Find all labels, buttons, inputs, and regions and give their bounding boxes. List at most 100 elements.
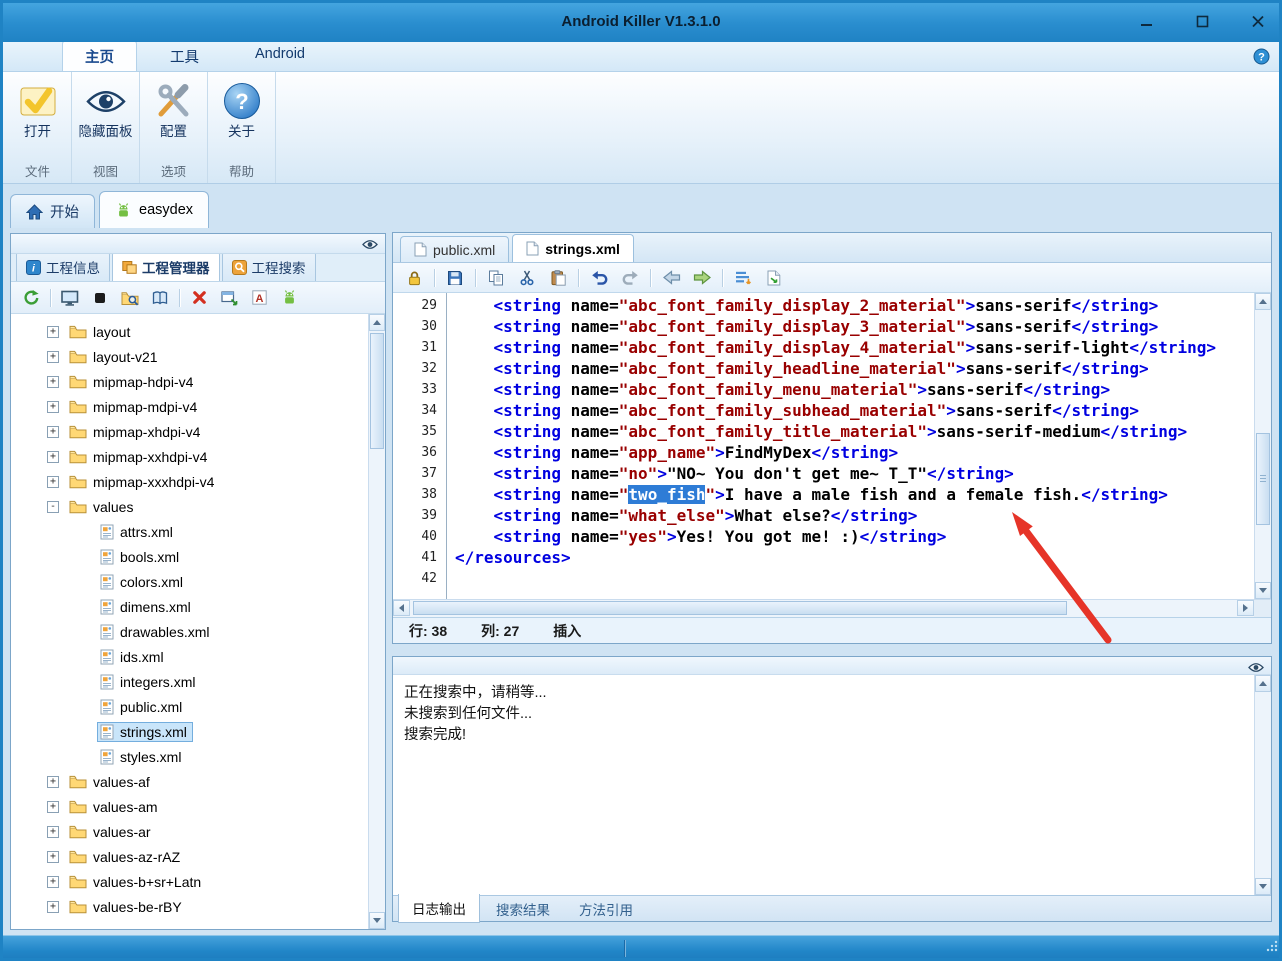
screen-icon[interactable]	[59, 287, 81, 309]
scroll-right-icon[interactable]	[1237, 600, 1254, 616]
ribbon-tab-tools[interactable]: 工具	[147, 40, 222, 71]
tree-expander-icon[interactable]: +	[47, 325, 59, 338]
save-icon[interactable]	[444, 267, 466, 289]
tree-item-bools-xml[interactable]: bools.xml	[13, 544, 367, 569]
scroll-up-icon[interactable]	[369, 314, 385, 331]
code-line-35[interactable]: <string name="abc_font_family_title_mate…	[455, 421, 1254, 442]
code-line-37[interactable]: <string name="no">"NO~ You don't get me~…	[455, 463, 1254, 484]
tree-item-mipmap-xxhdpi-v4[interactable]: + mipmap-xxhdpi-v4	[13, 444, 367, 469]
tree-item-values[interactable]: - values	[13, 494, 367, 519]
tree-expander-icon[interactable]: +	[47, 375, 59, 388]
tree-item-mipmap-xxxhdpi-v4[interactable]: + mipmap-xxxhdpi-v4	[13, 469, 367, 494]
tree-expander-icon[interactable]: +	[47, 800, 59, 813]
document-tab-start[interactable]: 开始	[10, 194, 95, 228]
back-icon[interactable]	[660, 267, 682, 289]
code-line-33[interactable]: <string name="abc_font_family_menu_mater…	[455, 379, 1254, 400]
refresh-icon[interactable]	[20, 287, 42, 309]
editor-hscrollbar[interactable]	[393, 600, 1254, 617]
scrollbar-thumb[interactable]	[370, 333, 384, 449]
tree-item-layout-v21[interactable]: + layout-v21	[13, 344, 367, 369]
code-line-32[interactable]: <string name="abc_font_family_headline_m…	[455, 358, 1254, 379]
code-line-30[interactable]: <string name="abc_font_family_display_3_…	[455, 316, 1254, 337]
document-tab-easydex[interactable]: easydex	[99, 191, 210, 228]
tree-item-layout[interactable]: + layout	[13, 319, 367, 344]
tree-item-values-ar[interactable]: + values-ar	[13, 819, 367, 844]
android-icon[interactable]	[278, 287, 300, 309]
tree-item-colors-xml[interactable]: colors.xml	[13, 569, 367, 594]
new-window-icon[interactable]	[218, 287, 240, 309]
tree-expander-icon[interactable]: +	[47, 825, 59, 838]
project-tab-project-info[interactable]: i 工程信息	[16, 252, 110, 281]
code-line-41[interactable]: </resources>	[455, 547, 1254, 568]
undo-icon[interactable]	[588, 267, 610, 289]
project-tab-project-search[interactable]: 工程搜索	[221, 252, 316, 281]
log-tab-method-references[interactable]: 方法引用	[566, 895, 646, 923]
code-line-29[interactable]: <string name="abc_font_family_display_2_…	[455, 295, 1254, 316]
tree-expander-icon[interactable]: +	[47, 875, 59, 888]
tree-expander-icon[interactable]: +	[47, 475, 59, 488]
log-tab-log-output[interactable]: 日志输出	[398, 894, 480, 923]
delete-icon[interactable]	[188, 287, 210, 309]
tree-item-drawables-xml[interactable]: drawables.xml	[13, 619, 367, 644]
tree-expander-icon[interactable]: +	[47, 400, 59, 413]
code-line-34[interactable]: <string name="abc_font_family_subhead_ma…	[455, 400, 1254, 421]
scroll-down-icon[interactable]	[1255, 582, 1271, 599]
lock-icon[interactable]	[403, 267, 425, 289]
tree-expander-icon[interactable]: +	[47, 775, 59, 788]
ribbon-tab-home[interactable]: 主页	[62, 40, 137, 71]
tree-expander-icon[interactable]: +	[47, 425, 59, 438]
minimize-button[interactable]	[1138, 13, 1154, 29]
editor-tab-strings-xml[interactable]: strings.xml	[512, 234, 634, 262]
code-line-38[interactable]: <string name="two_fish">I have a male fi…	[455, 484, 1254, 505]
code-line-40[interactable]: <string name="yes">Yes! You got me! :)</…	[455, 526, 1254, 547]
export-icon[interactable]	[763, 267, 785, 289]
scrollbar-thumb[interactable]	[1256, 433, 1270, 525]
ribbon-button-file[interactable]: 打开	[7, 79, 69, 140]
stop-icon[interactable]	[89, 287, 111, 309]
code-editor[interactable]: <string name="abc_font_family_display_2_…	[447, 293, 1254, 599]
tree-item-values-be-rby[interactable]: + values-be-rBY	[13, 894, 367, 919]
redo-icon[interactable]	[619, 267, 641, 289]
paste-icon[interactable]	[547, 267, 569, 289]
tree-item-mipmap-mdpi-v4[interactable]: + mipmap-mdpi-v4	[13, 394, 367, 419]
letter-a-icon[interactable]: A	[248, 287, 270, 309]
tree-item-values-az-raz[interactable]: + values-az-rAZ	[13, 844, 367, 869]
resize-grip-icon[interactable]	[1265, 939, 1278, 957]
tree-scrollbar[interactable]	[368, 314, 385, 929]
scrollbar-thumb[interactable]	[413, 601, 1068, 615]
cut-icon[interactable]	[516, 267, 538, 289]
tree-item-values-am[interactable]: + values-am	[13, 794, 367, 819]
tree-item-mipmap-xhdpi-v4[interactable]: + mipmap-xhdpi-v4	[13, 419, 367, 444]
tree-item-ids-xml[interactable]: ids.xml	[13, 644, 367, 669]
tree-item-dimens-xml[interactable]: dimens.xml	[13, 594, 367, 619]
folder-search-icon[interactable]	[119, 287, 141, 309]
ribbon-button-view[interactable]: 隐藏面板	[75, 79, 137, 140]
tree-item-values-b-sr-latn[interactable]: + values-b+sr+Latn	[13, 869, 367, 894]
ribbon-button-options[interactable]: 配置	[143, 79, 205, 140]
tree-expander-icon[interactable]: +	[47, 350, 59, 363]
tree-item-mipmap-hdpi-v4[interactable]: + mipmap-hdpi-v4	[13, 369, 367, 394]
tree-item-styles-xml[interactable]: styles.xml	[13, 744, 367, 769]
tree-expander-icon[interactable]: +	[47, 900, 59, 913]
help-icon[interactable]: ?	[1253, 48, 1270, 70]
forward-icon[interactable]	[691, 267, 713, 289]
tree-item-public-xml[interactable]: public.xml	[13, 694, 367, 719]
scroll-down-icon[interactable]	[369, 912, 385, 929]
tree-expander-icon[interactable]: +	[47, 450, 59, 463]
scroll-down-icon[interactable]	[1255, 878, 1271, 895]
code-line-42[interactable]	[455, 568, 1254, 589]
editor-tab-public-xml[interactable]: public.xml	[400, 236, 510, 262]
copy-icon[interactable]	[485, 267, 507, 289]
tree-item-strings-xml[interactable]: strings.xml	[13, 719, 367, 744]
code-line-39[interactable]: <string name="what_else">What else?</str…	[455, 505, 1254, 526]
code-line-31[interactable]: <string name="abc_font_family_display_4_…	[455, 337, 1254, 358]
editor-scrollbar[interactable]	[1254, 293, 1271, 599]
maximize-button[interactable]	[1194, 13, 1210, 29]
project-tab-project-manager[interactable]: 工程管理器	[112, 252, 220, 281]
format-icon[interactable]	[732, 267, 754, 289]
scroll-up-icon[interactable]	[1255, 293, 1271, 310]
eye-icon[interactable]	[362, 237, 378, 255]
close-button[interactable]	[1250, 13, 1266, 29]
scroll-up-icon[interactable]	[1255, 675, 1271, 692]
tree-expander-icon[interactable]: -	[47, 500, 59, 513]
